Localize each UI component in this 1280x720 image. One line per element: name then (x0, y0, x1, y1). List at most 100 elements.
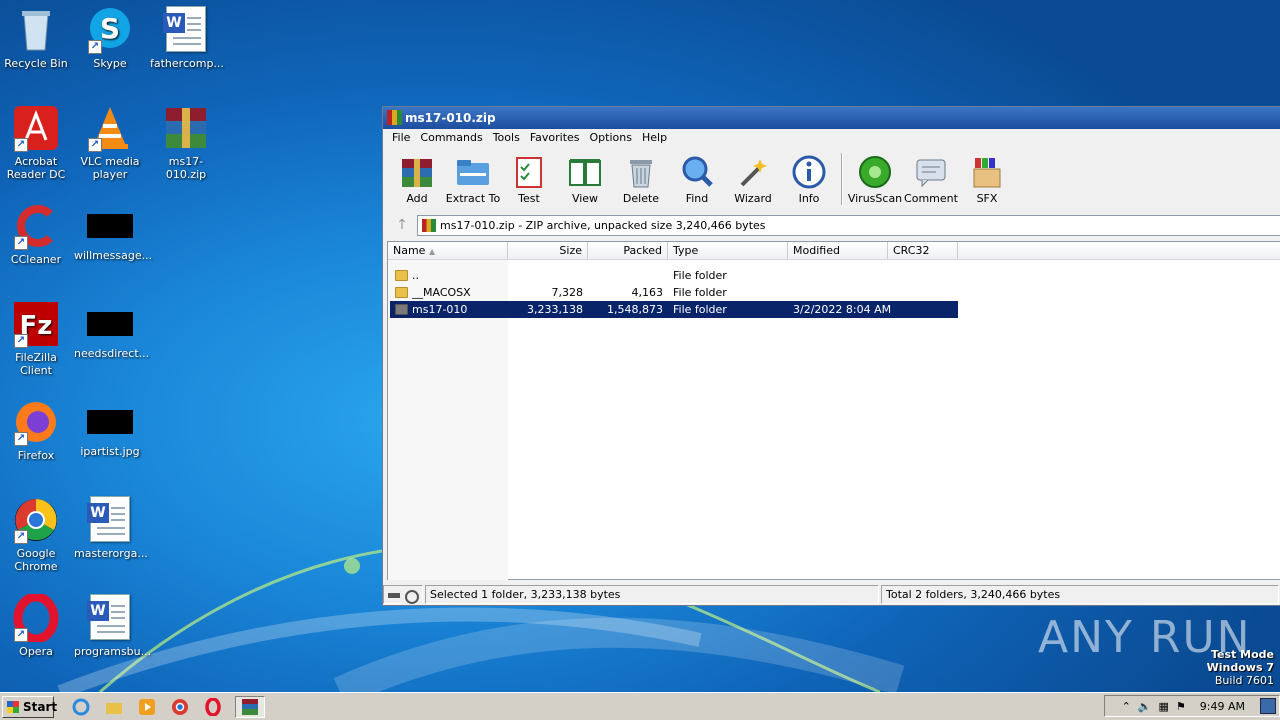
flag-icon[interactable]: ⚑ (1176, 700, 1186, 713)
menu-commands[interactable]: Commands (415, 129, 487, 147)
desktop-icon-filezilla[interactable]: Fz ↗ FileZilla Client (0, 300, 72, 377)
taskbar: Start ⌃ 🔈 ▦ ⚑ 9:49 AM (0, 692, 1280, 720)
desktop-icon-word-doc[interactable]: W masterorga... (74, 496, 148, 560)
comment-icon (914, 155, 948, 189)
opera-icon: ↗ (12, 592, 60, 644)
column-header-packed[interactable]: Packed (588, 242, 668, 259)
vlc-icon: ↗ (86, 104, 134, 152)
toolbar-label: Delete (622, 192, 660, 205)
status-bar: Selected 1 folder, 3,233,138 bytes Total… (383, 583, 1280, 605)
shortcut-arrow-icon: ↗ (88, 138, 102, 152)
menu-help[interactable]: Help (637, 129, 672, 147)
desktop-icon-word-doc[interactable]: W programsbu... (74, 594, 151, 658)
menu-favorites[interactable]: Favorites (525, 129, 585, 147)
toolbar-wizard-button[interactable]: Wizard (725, 149, 781, 205)
add-icon (400, 155, 434, 189)
shortcut-arrow-icon: ↗ (14, 236, 28, 250)
skype-icon: S ↗ (86, 6, 134, 54)
start-button[interactable]: Start (2, 695, 57, 718)
toolbar-comment-button[interactable]: Comment (903, 149, 959, 205)
menu-options[interactable]: Options (585, 129, 637, 147)
file-list[interactable]: Name ▲ Size Packed Type Modified CRC32 .… (387, 241, 1280, 580)
toolbar-info-button[interactable]: Info (781, 149, 837, 205)
table-row[interactable]: .. File folder (390, 267, 958, 284)
media-player-icon[interactable] (136, 696, 158, 718)
word-document-icon: W (163, 6, 206, 52)
desktop-icon-redacted-file[interactable]: willmessage... (74, 202, 152, 262)
toolbar-test-button[interactable]: Test (501, 149, 557, 205)
drive-status-icon[interactable] (383, 584, 423, 604)
word-document-icon: W (87, 594, 130, 640)
show-desktop-icon[interactable] (1260, 698, 1276, 714)
desktop-icon-label: ipartist.jpg (80, 445, 140, 458)
opera-taskbar-icon[interactable] (202, 696, 224, 718)
tray-expand-icon[interactable]: ⌃ (1122, 700, 1131, 713)
desktop-icon-redacted-file[interactable]: needsdirect... (74, 300, 149, 360)
row-name: ms17-010 (412, 303, 468, 316)
menu-tools[interactable]: Tools (488, 129, 525, 147)
row-name: __MACOSX (412, 286, 471, 299)
winrar-taskbar-button[interactable] (235, 695, 265, 718)
toolbar-find-button[interactable]: Find (669, 149, 725, 205)
redacted-thumbnail (87, 312, 133, 336)
shortcut-arrow-icon: ↗ (14, 138, 28, 152)
toolbar-label: VirusScan (847, 192, 903, 205)
desktop-icon-ccleaner[interactable]: ↗ CCleaner (0, 202, 72, 266)
row-type: File folder (673, 303, 727, 316)
desktop-icon-vlc[interactable]: ↗ VLC media player (74, 104, 146, 181)
shortcut-arrow-icon: ↗ (14, 530, 28, 544)
explorer-icon[interactable] (103, 696, 125, 718)
extract-icon (456, 155, 490, 189)
column-header-modified[interactable]: Modified (788, 242, 888, 259)
firefox-icon: ↗ (12, 398, 60, 446)
desktop-icon-word-doc[interactable]: W fathercomp... (150, 6, 224, 70)
toolbar-separator (841, 153, 843, 205)
desktop-icon-label: Skype (93, 57, 127, 70)
desktop-icon-label: Acrobat Reader DC (6, 155, 66, 181)
table-row-selected[interactable]: ms17-010 3,233,138 1,548,873 File folder… (390, 301, 958, 318)
clock[interactable]: 9:49 AM (1200, 700, 1245, 713)
toolbar-label: Info (798, 192, 820, 205)
table-row[interactable]: __MACOSX 7,328 4,163 File folder (390, 284, 958, 301)
winrar-window[interactable]: ms17-010.zip File Commands Tools Favorit… (382, 106, 1280, 606)
menu-file[interactable]: File (387, 129, 415, 147)
network-icon[interactable]: ▦ (1159, 700, 1169, 713)
row-modified: 3/2/2022 8:04 AM (793, 303, 892, 316)
redacted-thumbnail (87, 410, 133, 434)
toolbar-delete-button[interactable]: Delete (613, 149, 669, 205)
status-selected: Selected 1 folder, 3,233,138 bytes (425, 584, 879, 604)
toolbar-view-button[interactable]: View (557, 149, 613, 205)
desktop-icon-recycle-bin[interactable]: Recycle Bin (0, 6, 72, 70)
find-icon (680, 155, 714, 189)
desktop-icon-winrar-archive[interactable]: ms17-010.zip (150, 104, 222, 181)
ie-icon[interactable] (70, 696, 92, 718)
desktop-icon-opera[interactable]: ↗ Opera (0, 592, 72, 658)
volume-icon[interactable]: 🔈 (1138, 700, 1152, 713)
toolbar-add-button[interactable]: Add (389, 149, 445, 205)
column-header-type[interactable]: Type (668, 242, 788, 259)
desktop-icon-chrome[interactable]: ↗ Google Chrome (0, 496, 72, 573)
virusscan-icon (858, 155, 892, 189)
archive-path-field[interactable]: ms17-010.zip - ZIP archive, unpacked siz… (417, 214, 1280, 236)
desktop-icon-firefox[interactable]: ↗ Firefox (0, 398, 72, 462)
sfx-icon (970, 155, 1004, 189)
row-packed: 4,163 (631, 286, 664, 299)
toolbar-virusscan-button[interactable]: VirusScan (847, 149, 903, 205)
chrome-taskbar-icon[interactable] (169, 696, 191, 718)
view-icon (568, 155, 602, 189)
wizard-icon (736, 155, 770, 189)
toolbar-extract-button[interactable]: Extract To (445, 149, 501, 205)
column-header-size[interactable]: Size (508, 242, 588, 259)
toolbar-label: Test (518, 192, 540, 205)
row-packed: 1,548,873 (607, 303, 663, 316)
toolbar-sfx-button[interactable]: SFX (959, 149, 1015, 205)
desktop-icon-acrobat[interactable]: ↗ Acrobat Reader DC (0, 104, 72, 181)
window-title: ms17-010.zip (405, 111, 496, 125)
desktop-icon-skype[interactable]: S ↗ Skype (74, 6, 146, 70)
window-titlebar[interactable]: ms17-010.zip (383, 107, 1280, 129)
up-folder-button[interactable]: ↑ (387, 214, 417, 236)
desktop-icon-redacted-file[interactable]: ipartist.jpg (74, 398, 146, 458)
column-header-name[interactable]: Name ▲ (388, 242, 508, 259)
toolbar-label: Find (685, 192, 709, 205)
column-header-crc32[interactable]: CRC32 (888, 242, 958, 259)
